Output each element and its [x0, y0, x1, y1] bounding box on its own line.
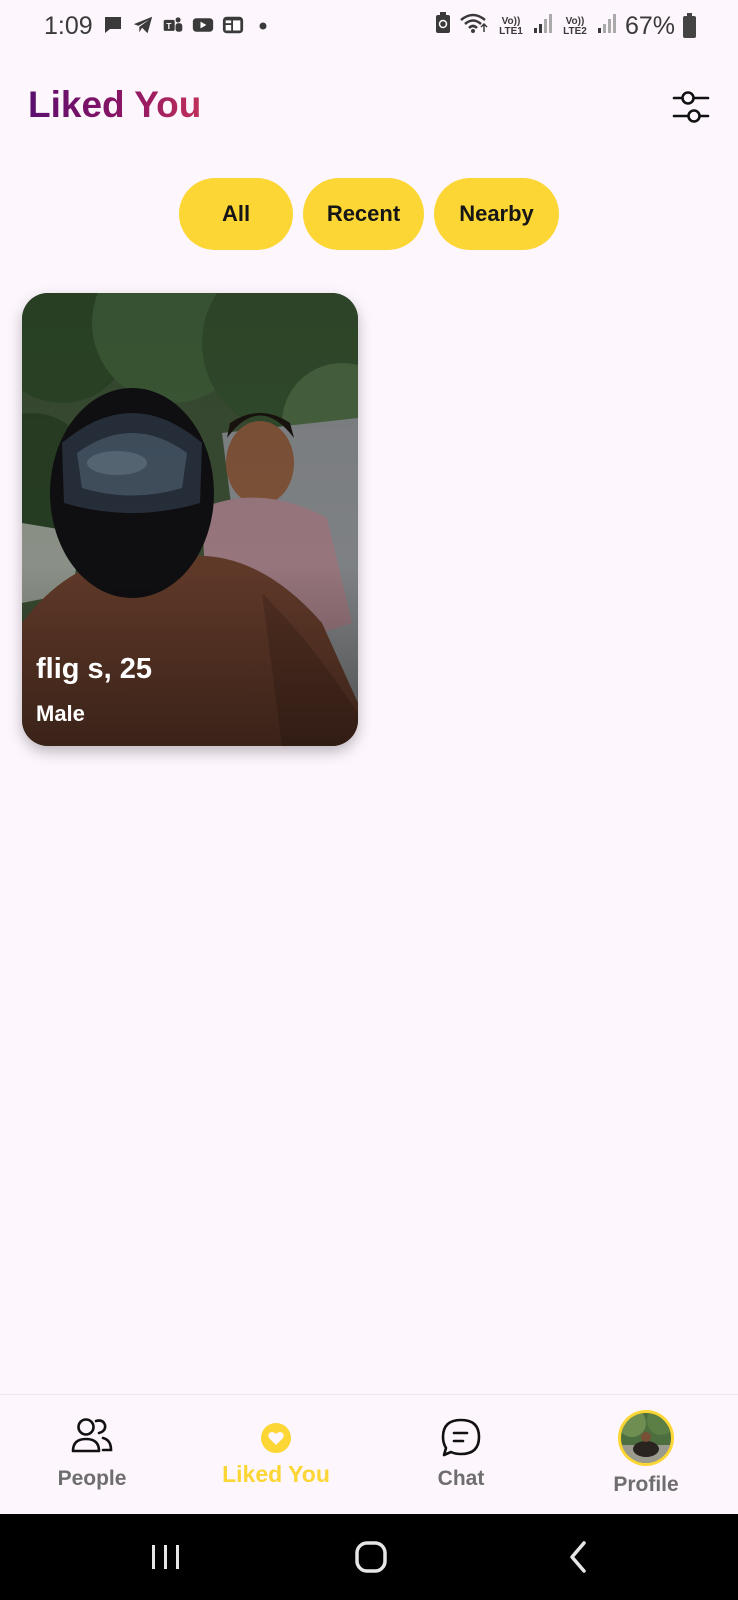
card-gender: Male — [36, 701, 85, 726]
system-nav-bar — [0, 1514, 738, 1600]
nav-people[interactable]: People — [17, 1395, 167, 1515]
status-time: 1:09 — [44, 12, 93, 40]
message-icon — [102, 14, 124, 36]
liked-profile-card[interactable]: flig s, 25 Male — [22, 293, 358, 746]
signal-icon — [597, 12, 617, 41]
notification-icons: T — [102, 14, 274, 36]
bottom-nav: People Liked You Chat Profile — [0, 1394, 738, 1515]
dot-icon — [252, 14, 274, 36]
heart-icon — [261, 1423, 291, 1453]
volte-lte2-icon: Vo)) LTE2 — [563, 15, 587, 37]
svg-text:T: T — [166, 21, 172, 31]
nav-label-liked-you: Liked You — [222, 1461, 330, 1487]
news-icon — [222, 14, 244, 36]
home-icon[interactable] — [341, 1534, 401, 1580]
teams-icon: T — [162, 14, 184, 36]
battery-percent: 67% — [624, 12, 675, 40]
telegram-icon — [132, 14, 154, 36]
filter-chips: All Recent Nearby — [0, 178, 738, 250]
battery-icon — [683, 12, 696, 38]
card-name-age: flig s, 25 — [36, 653, 153, 685]
youtube-icon — [192, 14, 214, 36]
filter-sliders-icon[interactable] — [672, 88, 712, 128]
nav-label-profile: Profile — [613, 1473, 679, 1496]
signal-icon — [533, 12, 553, 41]
chat-icon — [441, 1418, 481, 1457]
back-icon[interactable] — [548, 1534, 608, 1580]
system-status: Vo)) LTE1 Vo)) LTE2 67% — [435, 12, 696, 41]
nav-profile[interactable]: Profile — [571, 1395, 721, 1515]
nav-chat[interactable]: Chat — [386, 1395, 536, 1515]
wifi-icon — [459, 12, 489, 41]
chip-recent[interactable]: Recent — [303, 178, 424, 250]
page-title: Liked You — [28, 84, 202, 125]
nav-label-chat: Chat — [437, 1467, 485, 1490]
nav-label-people: People — [57, 1467, 127, 1490]
status-bar: 1:09 T Vo)) LTE1 Vo)) LTE2 67% — [0, 0, 738, 58]
volte-lte1-icon: Vo)) LTE1 — [499, 15, 523, 37]
recents-icon[interactable] — [136, 1534, 196, 1580]
chip-all[interactable]: All — [179, 178, 293, 250]
chip-nearby[interactable]: Nearby — [434, 178, 559, 250]
people-icon — [71, 1418, 113, 1453]
nav-liked-you[interactable]: Liked You — [201, 1395, 351, 1515]
battery-saver-icon — [435, 12, 451, 41]
avatar — [618, 1410, 674, 1466]
